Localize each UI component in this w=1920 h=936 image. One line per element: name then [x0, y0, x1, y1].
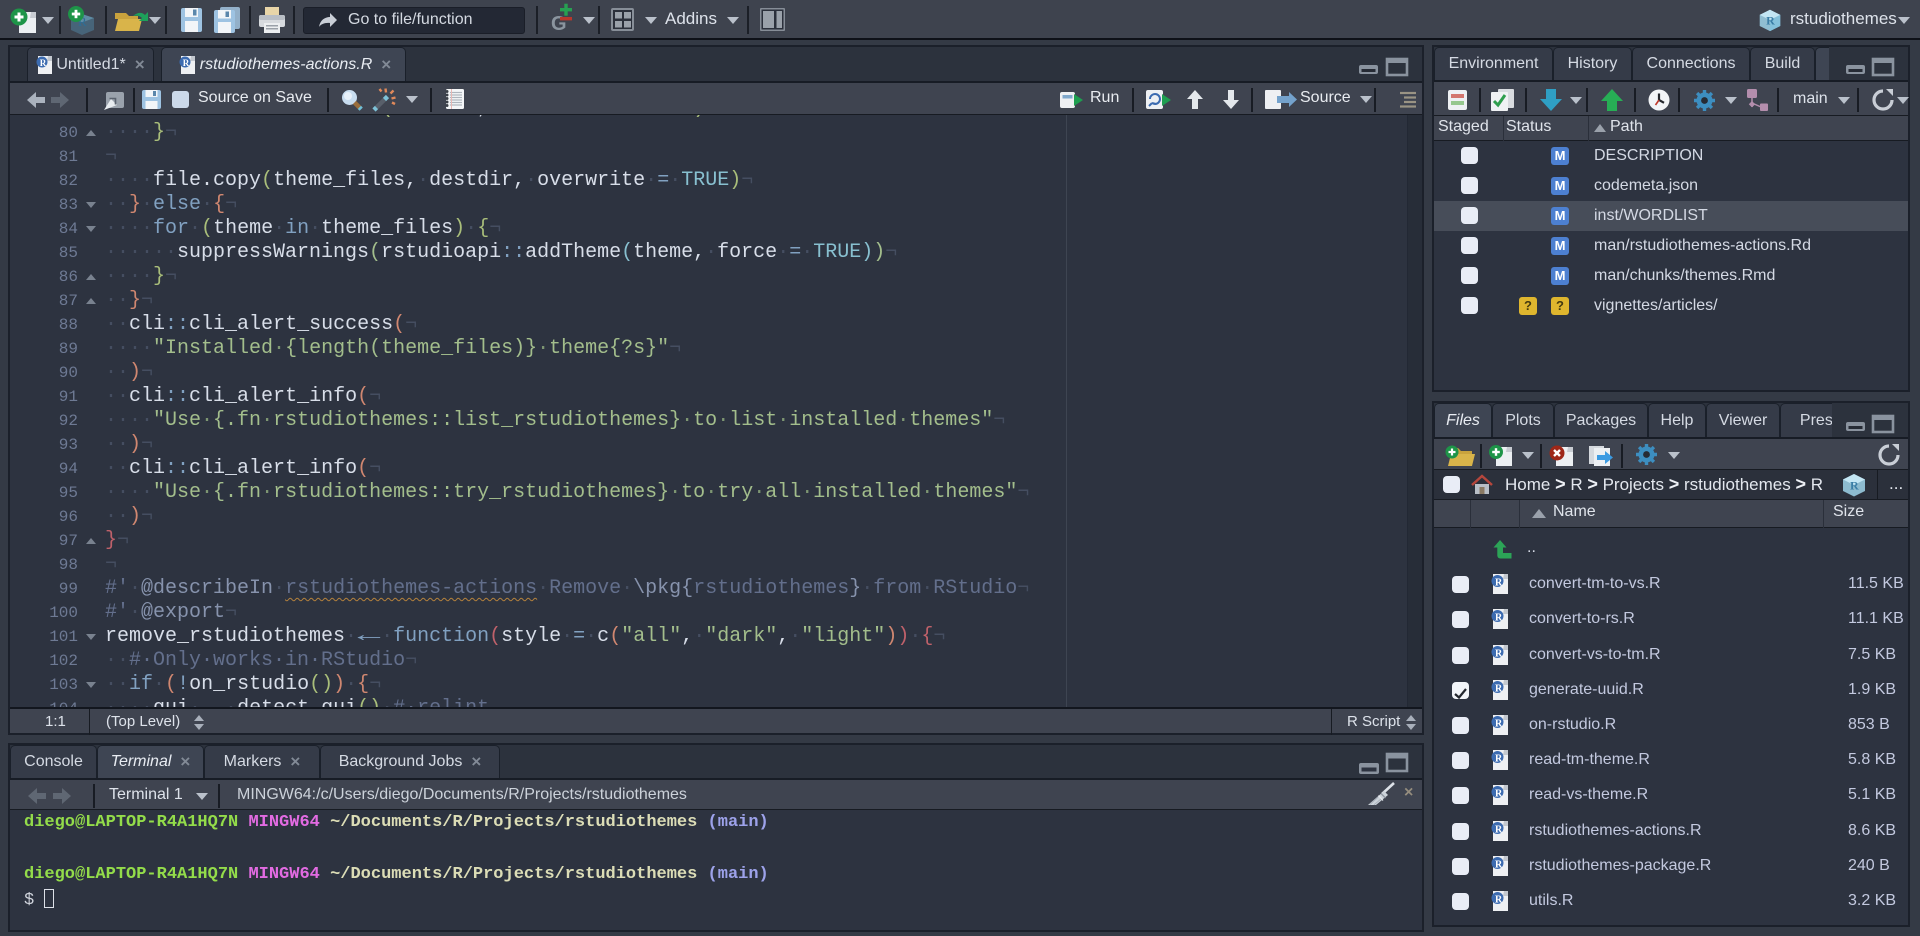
svg-text:R: R — [1495, 684, 1503, 695]
svg-text:R: R — [1495, 825, 1503, 836]
svg-text:R: R — [1495, 860, 1503, 871]
svg-text:R: R — [1495, 754, 1503, 765]
svg-text:R: R — [1766, 13, 1775, 27]
svg-text:R: R — [1850, 479, 1859, 493]
svg-text:R: R — [1495, 578, 1503, 589]
svg-text:G: G — [551, 13, 567, 35]
svg-text:R: R — [40, 58, 47, 68]
svg-text:R: R — [1495, 895, 1503, 906]
svg-text:R: R — [1495, 649, 1503, 660]
svg-text:R: R — [183, 58, 190, 68]
svg-text:R: R — [1495, 613, 1503, 624]
svg-text:R: R — [1495, 719, 1503, 730]
svg-text:R: R — [1495, 789, 1503, 800]
